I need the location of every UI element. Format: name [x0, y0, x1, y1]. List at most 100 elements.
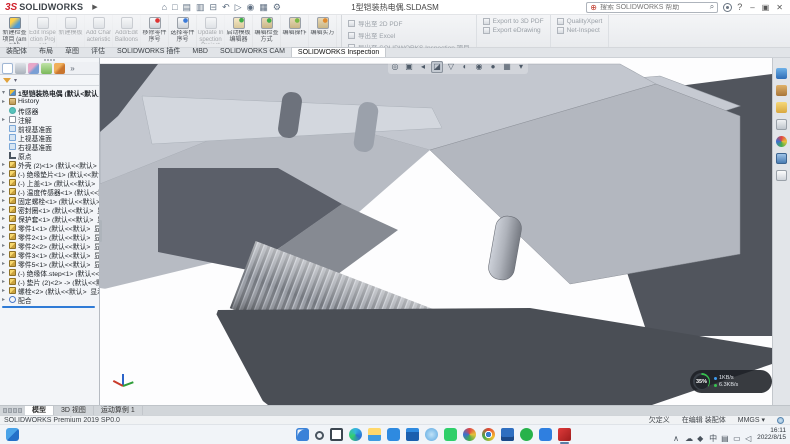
- feature-tree-item[interactable]: ▾ 1型铠装热电偶 (默认<默认_显示状态-1: [0, 88, 99, 97]
- undo-icon[interactable]: ↶: [222, 1, 230, 14]
- onedrive-icon[interactable]: ☁: [685, 431, 692, 438]
- feature-tree-item[interactable]: ▸ 密封圈<1> (默认<<默认>_显示状: [0, 205, 99, 214]
- feature-tree-item[interactable]: 上视基准面: [0, 133, 99, 142]
- propertymanager-icon[interactable]: [15, 63, 26, 74]
- export-menu-item[interactable]: 导出至 2D PDF: [348, 18, 470, 28]
- feature-tree-item[interactable]: ▸ 零件2<2> (默认<<默认>_显示状态: [0, 241, 99, 250]
- feature-tree-item[interactable]: ▸ (-) 绝缘体.step<1> (默认<<默认>: [0, 268, 99, 277]
- ribbon-button[interactable]: 移除零件序号: [141, 15, 169, 47]
- expand-arrow-icon[interactable]: ▸: [2, 251, 7, 258]
- feature-tree-item[interactable]: ▸ (-) 上盖<1> (默认<<默认>_显示状: [0, 178, 99, 187]
- expand-arrow-icon[interactable]: ▸: [2, 287, 7, 294]
- open-icon[interactable]: ▤: [183, 1, 192, 14]
- view-orientation-icon[interactable]: ▽: [445, 61, 457, 73]
- feature-tree-item[interactable]: 传感器: [0, 106, 99, 115]
- hide-show-items-icon[interactable]: ◉: [473, 61, 485, 73]
- menu-flyout-arrow-icon[interactable]: ▶: [92, 3, 97, 11]
- model-tab[interactable]: 模型: [25, 406, 54, 415]
- expand-arrow-icon[interactable]: ▸: [2, 206, 7, 213]
- export-menu-item[interactable]: Export eDrawing: [483, 27, 544, 34]
- cloud-app-icon[interactable]: [425, 428, 438, 441]
- feature-tree-item[interactable]: ▸ 固定螺栓<1> (默认<<默认>_显示: [0, 196, 99, 205]
- expand-more-icon[interactable]: »: [67, 63, 78, 74]
- feature-tree-item[interactable]: 右视基准面: [0, 142, 99, 151]
- feature-tree-item[interactable]: ▸ 零件1<1> (默认<<默认>_显示状态: [0, 223, 99, 232]
- filter-caret-icon[interactable]: ▾: [14, 77, 17, 84]
- feature-tree-item[interactable]: ▸ (-) 绝缘垫片<1> (默认<<默认>_显: [0, 169, 99, 178]
- home-icon[interactable]: ⌂: [162, 1, 167, 14]
- tp-home-icon[interactable]: [776, 68, 787, 79]
- store-icon[interactable]: [406, 428, 419, 441]
- feature-tree-item[interactable]: ▸ 保护套<1> (默认<<默认>_显示状: [0, 214, 99, 223]
- section-view-icon[interactable]: ◪: [431, 61, 443, 73]
- export-menu-item[interactable]: Net-Inspect: [557, 27, 603, 34]
- minimize-icon[interactable]: –: [750, 3, 754, 12]
- volume-icon[interactable]: ◁: [745, 431, 752, 438]
- expand-arrow-icon[interactable]: ▸: [2, 179, 7, 186]
- restore-icon[interactable]: ▣: [762, 3, 770, 12]
- ribbon-button[interactable]: 选择零件序号: [169, 15, 197, 47]
- model-tab[interactable]: 3D 视图: [54, 406, 94, 415]
- search-icon[interactable]: [315, 431, 324, 440]
- ime-mode-icon[interactable]: 中: [709, 431, 716, 438]
- expand-arrow-icon[interactable]: ▸: [2, 116, 7, 123]
- start-icon[interactable]: [296, 428, 309, 441]
- ribbon-button[interactable]: 编辑实方: [309, 15, 337, 47]
- feature-tree-item[interactable]: ▸ (-) 垫片 (2)<2> -> (默认<<默认>: [0, 277, 99, 286]
- ime-keyboard-icon[interactable]: ▤: [721, 431, 728, 438]
- print-icon[interactable]: ⊟: [210, 1, 218, 14]
- command-tab[interactable]: SOLIDWORKS 插件: [111, 47, 186, 57]
- feature-tree-item[interactable]: ▸ 注解: [0, 115, 99, 124]
- expand-arrow-icon[interactable]: ▸: [2, 278, 7, 285]
- network-speed-widget[interactable]: 35% 1KB/s 6.3KB/s: [690, 370, 772, 393]
- ribbon-button[interactable]: 新建检查项目 (amp;N): [1, 15, 29, 47]
- save-icon[interactable]: ▥: [196, 1, 205, 14]
- panel-splitter-handle[interactable]: [99, 220, 102, 242]
- chrome-icon[interactable]: [482, 428, 495, 441]
- file-explorer-icon[interactable]: [368, 428, 381, 441]
- tray-expand-icon[interactable]: ∧: [673, 431, 680, 438]
- close-icon[interactable]: ✕: [776, 3, 783, 12]
- configurationmanager-icon[interactable]: [28, 63, 39, 74]
- command-tab[interactable]: 装配体: [0, 47, 33, 57]
- export-menu-item[interactable]: Export to 3D PDF: [483, 18, 544, 25]
- expand-arrow-icon[interactable]: ▸: [2, 170, 7, 177]
- capcut-icon[interactable]: [444, 428, 457, 441]
- command-tab[interactable]: 评估: [85, 47, 111, 57]
- feature-tree-item[interactable]: ▸ 零件5<1> (默认<<默认>_显示状态: [0, 259, 99, 268]
- feature-tree-item[interactable]: ▸ 外壳 (2)<1> (默认<<默认>_显示状: [0, 160, 99, 169]
- rebuild-stoplight-icon[interactable]: ◉: [247, 1, 255, 14]
- display-cast-icon[interactable]: ▭: [733, 431, 740, 438]
- file-properties-icon[interactable]: ▦: [259, 1, 268, 14]
- model-3d-section-view[interactable]: [100, 58, 772, 405]
- zoom-fit-icon[interactable]: ◎: [389, 61, 401, 73]
- expand-arrow-icon[interactable]: ▸: [2, 197, 7, 204]
- command-tab[interactable]: 草图: [59, 47, 85, 57]
- widgets-icon[interactable]: [6, 428, 19, 441]
- rollback-bar[interactable]: [2, 306, 95, 308]
- featuremanager-icon[interactable]: [2, 63, 13, 74]
- edit-appearance-icon[interactable]: ●: [487, 61, 499, 73]
- ribbon-button[interactable]: 启动模板编辑器: [225, 15, 253, 47]
- model-tab[interactable]: 运动算例 1: [94, 406, 143, 415]
- command-tab[interactable]: SOLIDWORKS Inspection: [291, 47, 386, 57]
- displaymanager-icon[interactable]: [54, 63, 65, 74]
- feature-tree-item[interactable]: ▸ 配合: [0, 295, 99, 304]
- ribbon-button[interactable]: 编辑检查方式: [253, 15, 281, 47]
- help-icon[interactable]: ?: [737, 2, 742, 12]
- apply-scene-icon[interactable]: ▦: [501, 61, 513, 73]
- expand-arrow-icon[interactable]: ▸: [2, 242, 7, 249]
- tab-scroll-buttons[interactable]: [0, 406, 25, 415]
- feature-tree-item[interactable]: ▸ (-) 温度传感器<1> (默认<<默认>_: [0, 187, 99, 196]
- export-menu-item[interactable]: 导出至 Excel: [348, 30, 470, 40]
- tree-filter-bar[interactable]: ▾: [0, 75, 99, 86]
- ribbon-button[interactable]: Add Characteristic: [85, 15, 113, 47]
- edge-icon[interactable]: [349, 428, 362, 441]
- options-gear-icon[interactable]: ⚙: [273, 1, 281, 14]
- tp-library-icon[interactable]: [776, 85, 787, 96]
- user-account-icon[interactable]: [723, 3, 732, 12]
- expand-arrow-icon[interactable]: ▸: [2, 296, 7, 303]
- task-view-icon[interactable]: [330, 428, 343, 441]
- expand-arrow-icon[interactable]: ▾: [2, 89, 7, 96]
- tp-props-icon[interactable]: [776, 170, 787, 181]
